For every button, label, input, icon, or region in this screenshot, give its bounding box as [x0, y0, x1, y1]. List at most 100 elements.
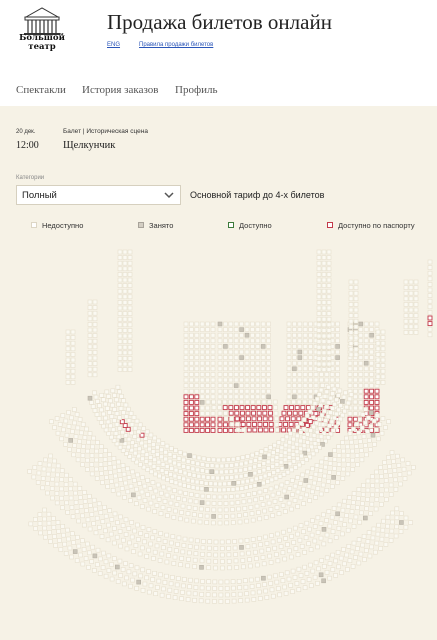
nav-performances[interactable]: Спектакли [16, 84, 66, 96]
seat-670[interactable] [222, 405, 228, 411]
seat-116[interactable] [194, 427, 200, 433]
seat-2301[interactable] [427, 321, 433, 327]
seat-103[interactable] [188, 416, 194, 422]
category-select[interactable]: Полный [16, 185, 181, 205]
seat-736[interactable] [240, 421, 246, 427]
seat-691[interactable] [281, 410, 287, 416]
seat-622[interactable] [347, 416, 353, 422]
seat-724[interactable] [257, 416, 263, 422]
seat-667[interactable] [283, 405, 289, 411]
seat-697[interactable] [298, 410, 304, 416]
seat-669[interactable] [289, 405, 295, 411]
seat-755[interactable] [286, 427, 292, 433]
seat-map[interactable] [0, 240, 437, 640]
seat-312[interactable] [228, 427, 234, 433]
seat-744[interactable] [263, 421, 269, 427]
seat-117[interactable] [199, 427, 205, 433]
seat-754[interactable] [246, 427, 252, 433]
seat-615[interactable] [374, 405, 380, 411]
seat-115[interactable] [188, 427, 194, 433]
seat-614[interactable] [369, 405, 375, 411]
seat-79[interactable] [188, 394, 194, 400]
seat-760[interactable] [263, 427, 269, 433]
nav-profile[interactable]: Профиль [175, 84, 217, 96]
seat-290[interactable] [217, 416, 223, 422]
seat-742[interactable] [257, 421, 263, 427]
seat-828[interactable] [313, 411, 319, 417]
seat-602[interactable] [369, 394, 375, 400]
nav-order-history[interactable]: История заказов [82, 84, 158, 96]
seat-722[interactable] [251, 416, 257, 422]
seat-740[interactable] [251, 421, 257, 427]
seat-102[interactable] [183, 416, 189, 422]
seat-110[interactable] [194, 422, 200, 428]
seat-694[interactable] [228, 410, 234, 416]
seat-601[interactable] [363, 394, 369, 400]
seat-112[interactable] [205, 422, 211, 428]
seat-715[interactable] [285, 416, 291, 422]
seat-628[interactable] [347, 422, 353, 428]
seat-119[interactable] [210, 427, 216, 433]
seat-603[interactable] [374, 394, 380, 400]
seat-718[interactable] [240, 416, 246, 422]
seat-753[interactable] [281, 427, 287, 433]
seat-720[interactable] [245, 416, 251, 422]
seat-682[interactable] [256, 405, 262, 411]
seat-672[interactable] [228, 405, 234, 411]
seat-85[interactable] [188, 399, 194, 405]
seat-674[interactable] [233, 405, 239, 411]
seat-301[interactable] [222, 422, 228, 428]
seat-693[interactable] [287, 410, 293, 416]
seat-105[interactable] [199, 416, 205, 422]
seat-300[interactable] [217, 422, 223, 428]
seat-680[interactable] [250, 405, 256, 411]
seat-111[interactable] [199, 422, 205, 428]
seat-675[interactable] [305, 405, 311, 411]
seat-80[interactable] [194, 394, 200, 400]
seat-118[interactable] [205, 427, 211, 433]
seat-735[interactable] [283, 421, 289, 427]
seat-104[interactable] [194, 416, 200, 422]
seat-78[interactable] [183, 394, 189, 400]
seat-92[interactable] [194, 405, 200, 411]
seat-762[interactable] [269, 427, 275, 433]
seat-704[interactable] [256, 410, 262, 416]
seat-671[interactable] [294, 405, 300, 411]
seat-106[interactable] [205, 416, 211, 422]
seat-698[interactable] [239, 410, 245, 416]
lang-switch-link[interactable]: ENG [107, 42, 120, 48]
seat-695[interactable] [292, 410, 298, 416]
seat-678[interactable] [245, 405, 251, 411]
seat-96[interactable] [183, 411, 189, 417]
seat-716[interactable] [234, 416, 240, 422]
seat-109[interactable] [188, 422, 194, 428]
seat-936[interactable] [119, 419, 125, 425]
seat-737[interactable] [288, 421, 294, 427]
seat-2300[interactable] [427, 315, 433, 321]
seat-758[interactable] [257, 427, 263, 433]
seat-706[interactable] [262, 410, 268, 416]
seat-684[interactable] [261, 405, 267, 411]
seat-726[interactable] [262, 416, 268, 422]
seat-713[interactable] [279, 416, 285, 422]
seat-756[interactable] [252, 427, 258, 433]
seat-717[interactable] [290, 416, 296, 422]
seat-97[interactable] [188, 411, 194, 417]
seat-84[interactable] [183, 399, 189, 405]
seat-738[interactable] [246, 421, 252, 427]
seat-702[interactable] [251, 410, 257, 416]
seat-728[interactable] [268, 416, 274, 422]
seat-86[interactable] [194, 399, 200, 405]
seat-91[interactable] [188, 405, 194, 411]
seat-700[interactable] [245, 410, 251, 416]
seat-595[interactable] [363, 388, 369, 394]
seat-311[interactable] [222, 427, 228, 433]
seat-113[interactable] [210, 422, 216, 428]
seat-609[interactable] [374, 399, 380, 405]
seat-708[interactable] [267, 410, 273, 416]
seat-638[interactable] [369, 427, 375, 433]
seat-107[interactable] [210, 416, 216, 422]
seat-623[interactable] [352, 416, 358, 422]
seat-686[interactable] [267, 405, 273, 411]
seat-90[interactable] [183, 405, 189, 411]
